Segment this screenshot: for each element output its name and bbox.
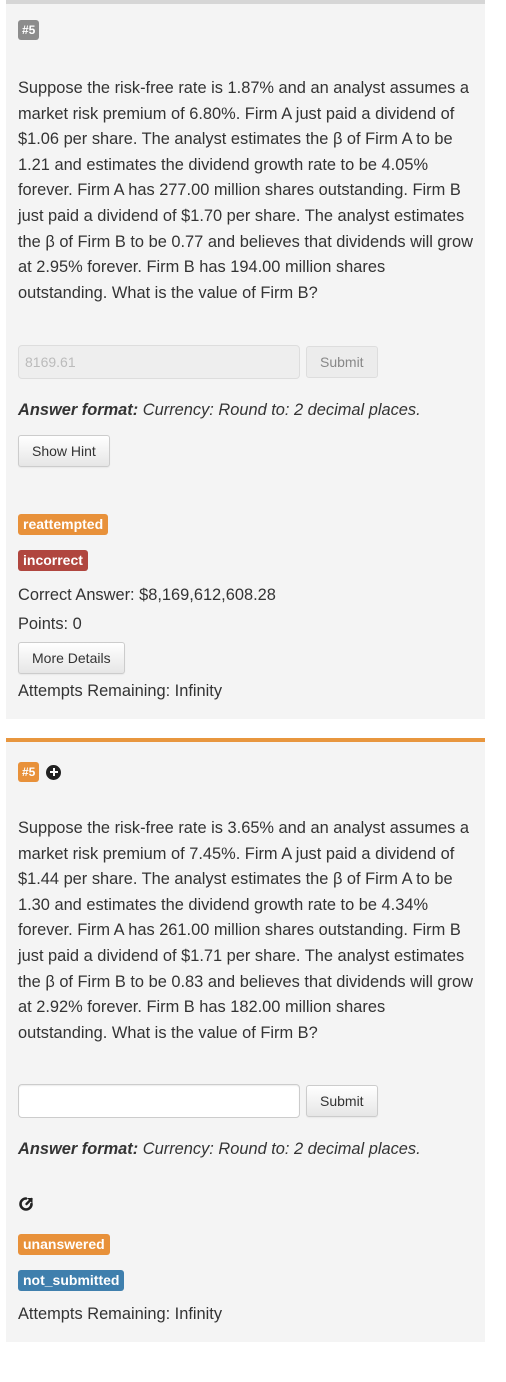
attempts-remaining: Attempts Remaining: Infinity (18, 682, 223, 700)
share-icon[interactable] (18, 1196, 34, 1212)
show-hint-button[interactable]: Show Hint (18, 435, 110, 467)
answer-format: Answer format: Currency: Round to: 2 dec… (18, 401, 421, 420)
question-text: Suppose the risk-free rate is 1.87% and … (18, 79, 473, 302)
answer-format-label: Answer format: (18, 1140, 139, 1158)
plus-circle-icon[interactable] (46, 764, 62, 780)
question-panel-1: #5 Suppose the risk-free rate is 1.87% a… (6, 0, 485, 719)
answer-format-value: Currency: Round to: 2 decimal places. (142, 401, 421, 419)
question-text: Suppose the risk-free rate is 3.65% and … (18, 819, 473, 1042)
more-details-button[interactable]: More Details (18, 642, 125, 674)
status-badge-unanswered: unanswered (18, 1234, 110, 1255)
status-badge-incorrect: incorrect (18, 550, 88, 571)
question-header: #5 (18, 762, 62, 782)
answer-input[interactable] (18, 1084, 300, 1118)
attempts-remaining: Attempts Remaining: Infinity (18, 1305, 223, 1323)
question-panel-2: #5 Suppose the risk-free rate is 3.65% a… (6, 738, 485, 1342)
status-badge-not-submitted: not_submitted (18, 1270, 125, 1291)
question-number-badge: #5 (18, 762, 40, 782)
answer-input[interactable] (18, 345, 300, 379)
submit-button[interactable]: Submit (306, 1085, 378, 1117)
submit-button[interactable]: Submit (306, 346, 378, 378)
answer-format-label: Answer format: (18, 401, 139, 419)
answer-row: Submit (18, 345, 378, 379)
question-header: #5 (18, 20, 40, 40)
correct-answer: Correct Answer: $8,169,612,608.28 (18, 586, 276, 604)
points: Points: 0 (18, 615, 82, 633)
answer-format-value: Currency: Round to: 2 decimal places. (142, 1140, 421, 1158)
question-number-badge: #5 (18, 20, 40, 40)
answer-row: Submit (18, 1084, 378, 1118)
answer-format: Answer format: Currency: Round to: 2 dec… (18, 1140, 421, 1159)
status-badge-reattempted: reattempted (18, 514, 109, 535)
